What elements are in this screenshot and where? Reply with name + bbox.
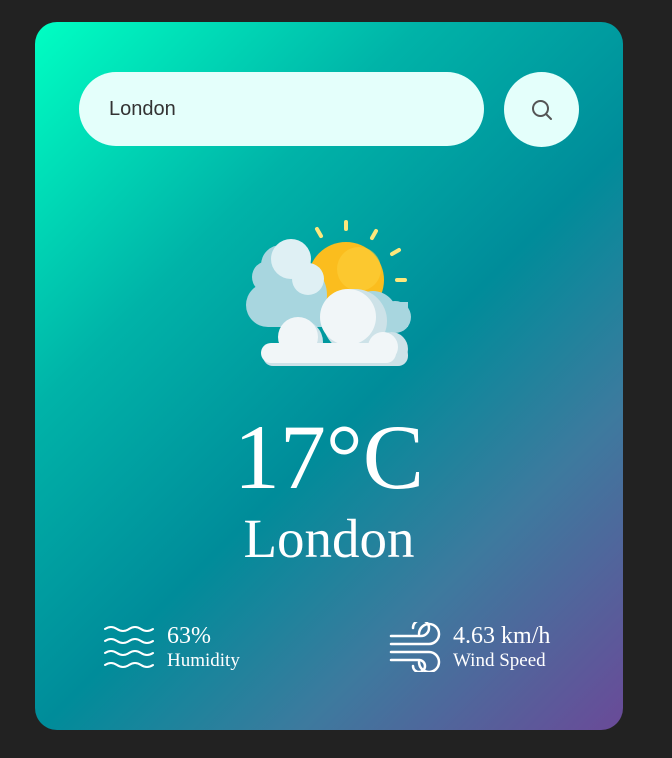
city-name: London bbox=[243, 508, 415, 569]
humidity-value: 63% bbox=[167, 623, 211, 649]
temperature: 17°C bbox=[233, 406, 425, 508]
wind-speed-value: 4.63 km/h bbox=[453, 623, 551, 649]
humidity-label: Humidity bbox=[167, 650, 240, 671]
partly-cloudy-icon bbox=[246, 220, 411, 366]
humidity-detail: 63% Humidity bbox=[103, 622, 240, 672]
wind-detail: 4.63 km/h Wind Speed bbox=[389, 622, 550, 672]
wind-speed-label: Wind Speed bbox=[453, 650, 546, 671]
search-button[interactable] bbox=[504, 72, 579, 147]
humidity-waves-icon bbox=[104, 626, 154, 668]
search-icon bbox=[531, 99, 552, 120]
wind-icon bbox=[389, 622, 441, 672]
weather-card: 17°C London 63% Humidity 4.63 km/h bbox=[35, 22, 623, 730]
search-input[interactable] bbox=[79, 72, 484, 146]
